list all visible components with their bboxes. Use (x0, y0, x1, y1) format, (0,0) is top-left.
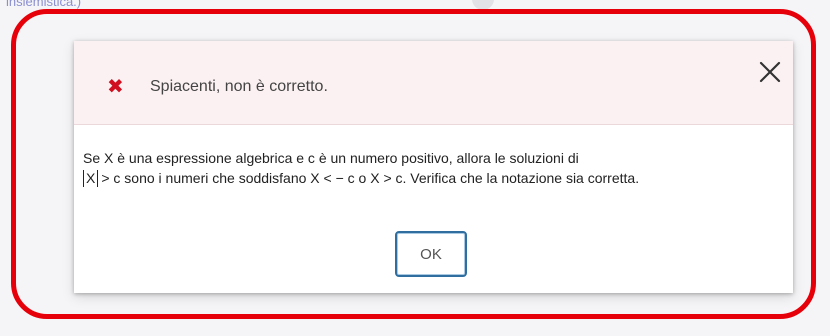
dialog-header: ✖ Spiacenti, non è corretto. (74, 41, 793, 125)
absolute-value-expression: X (83, 170, 99, 187)
message-part1: Se X è una espressione algebrica e c è u… (83, 150, 579, 166)
background-partial-text: insiemistica.) (6, 0, 82, 9)
dialog-title: Spiacenti, non è corretto. (150, 78, 328, 95)
x-mark-icon: ✖ (107, 76, 124, 98)
feedback-dialog: ✖ Spiacenti, non è corretto. Se X è una … (74, 41, 793, 293)
close-button[interactable] (757, 59, 783, 85)
close-icon (759, 61, 781, 83)
ok-button[interactable]: OK (395, 231, 467, 277)
message-part2: > c sono i numeri che soddisfano X < − c… (101, 170, 640, 186)
dialog-message: Se X è una espressione algebrica e c è u… (83, 148, 783, 188)
